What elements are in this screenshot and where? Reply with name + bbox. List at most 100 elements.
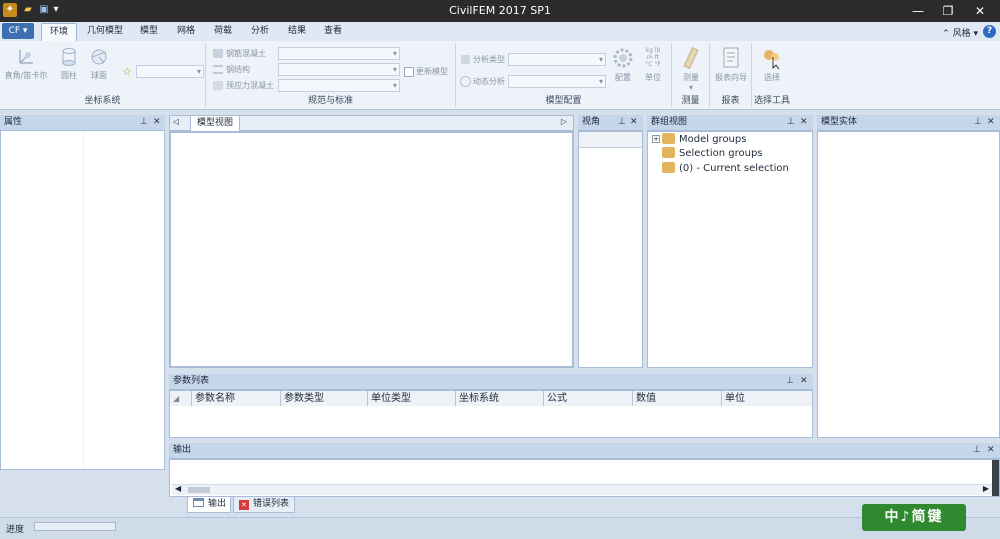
view-angle-panel: [578, 131, 643, 368]
status-bar: 进度 中♪简键: [0, 504, 1000, 539]
pin-icon[interactable]: ⊥: [787, 115, 795, 130]
pin-icon[interactable]: ⊥: [140, 115, 148, 130]
group-label-coordinate-systems: 坐标系统: [84, 96, 121, 106]
model-view-tab[interactable]: 模型视图: [190, 116, 240, 131]
units-button[interactable]: kg lb m ft °C °F 单位: [641, 47, 665, 83]
maximize-button[interactable]: ❐: [936, 2, 960, 20]
properties-divider: [83, 131, 84, 468]
horizontal-scrollbar[interactable]: ◀ ▶: [172, 484, 992, 495]
tab-view[interactable]: 查看: [318, 23, 348, 41]
tab-analysis[interactable]: 分析: [245, 23, 275, 41]
model-entities-title: 模型实体: [821, 117, 858, 127]
error-icon: ✕: [239, 500, 249, 510]
close-icon[interactable]: ✕: [153, 115, 161, 130]
scrollbar-thumb[interactable]: [188, 487, 210, 493]
style-menu[interactable]: ⌃ 风格 ▾: [942, 26, 978, 39]
measure-dropdown-icon: ▾: [688, 83, 693, 92]
model-entities-panel: [817, 131, 1000, 438]
tab-model[interactable]: 模型: [134, 23, 164, 41]
tab-mesh[interactable]: 网格: [171, 23, 201, 41]
tab-loads[interactable]: 荷载: [208, 23, 238, 41]
ribbon-tab-bar: CF ▾ 环境 几何模型 模型 网格 荷载 分析 结果 查看 ⌃ 风格 ▾ ?: [0, 22, 1000, 41]
help-icon[interactable]: ?: [983, 25, 996, 38]
tab-geometry[interactable]: 几何模型: [82, 23, 128, 41]
tree-item-selection-groups[interactable]: Selection groups: [662, 147, 763, 161]
pin-icon[interactable]: ⊥: [786, 374, 794, 389]
close-icon[interactable]: ✕: [630, 115, 638, 130]
sphere-icon: [91, 49, 107, 65]
steel-structure-dropdown[interactable]: [278, 63, 400, 76]
select-button[interactable]: 选择: [756, 47, 788, 83]
pin-icon[interactable]: ⊥: [973, 443, 981, 458]
close-icon[interactable]: ✕: [987, 443, 995, 458]
close-icon[interactable]: ✕: [800, 115, 808, 130]
spherical-button[interactable]: 球面: [86, 47, 112, 81]
scroll-right-icon[interactable]: ▶: [983, 484, 989, 493]
group-label-select-tools: 选择工具: [753, 96, 790, 106]
analysis-type-label: 分析类型: [473, 55, 505, 64]
view-angle-header-row: [579, 132, 642, 148]
cylindrical-label: 圆柱: [61, 71, 77, 80]
output-title: 输出: [173, 445, 192, 455]
update-model-checkbox[interactable]: [404, 67, 414, 77]
application-menu-button[interactable]: CF ▾: [2, 23, 34, 39]
group-label-norms: 规范与标准: [307, 96, 353, 106]
tab-scroll-left-icon[interactable]: ◁: [173, 117, 179, 126]
output-tab[interactable]: 输出: [187, 497, 231, 513]
parameters-table: ◢ 参数名称 参数类型 单位类型 坐标系统 公式 数值 单位: [169, 390, 813, 438]
pin-icon[interactable]: ⊥: [618, 115, 626, 130]
report-icon: [723, 47, 739, 68]
folder-group-icon: [662, 162, 675, 173]
column-header[interactable]: 参数类型: [281, 391, 368, 406]
ruler-icon: [683, 47, 699, 69]
measure-button[interactable]: 测量 ▾: [676, 47, 706, 92]
cylindrical-button[interactable]: 圆柱: [56, 47, 82, 81]
column-header[interactable]: 单位: [722, 391, 812, 406]
config-button[interactable]: 配置: [609, 47, 637, 83]
error-list-tab[interactable]: ✕ 错误列表: [233, 497, 295, 513]
column-header[interactable]: 参数名称: [192, 391, 281, 406]
reinforced-concrete-dropdown[interactable]: [278, 47, 400, 60]
parameters-title: 参数列表: [173, 376, 210, 386]
progress-label: 进度: [6, 525, 25, 535]
unit-glyph-f: °F: [654, 61, 661, 68]
tree-item-label: (0) - Current selection: [679, 163, 789, 174]
view-angle-panel-header: 视角 ⊥ ✕: [578, 115, 643, 131]
vertical-scrollbar[interactable]: [992, 460, 999, 496]
units-icon: kg lb m ft °C °F: [642, 47, 664, 69]
close-button[interactable]: ✕: [968, 2, 992, 20]
group-coordinate-systems: 直角/笛卡尔 圆柱 球面 ☆ 坐标系统: [0, 43, 206, 107]
scroll-left-icon[interactable]: ◀: [175, 484, 181, 493]
unit-glyph-ft: ft: [654, 54, 660, 61]
prestressed-concrete-dropdown[interactable]: [278, 79, 400, 92]
cartesian-button[interactable]: 直角/笛卡尔: [4, 47, 48, 81]
tab-environment[interactable]: 环境: [41, 23, 77, 41]
tree-item-current-selection[interactable]: (0) - Current selection: [662, 162, 789, 176]
column-header[interactable]: 公式: [544, 391, 633, 406]
favorite-star-icon[interactable]: ☆: [122, 65, 132, 78]
pin-icon[interactable]: ⊥: [974, 115, 982, 130]
output-text-area[interactable]: ◀ ▶: [169, 459, 1000, 497]
column-header[interactable]: 坐标系统: [456, 391, 544, 406]
spherical-label: 球面: [91, 71, 107, 80]
group-label-measure: 测量: [681, 96, 700, 106]
minimize-button[interactable]: —: [906, 2, 930, 20]
tab-scroll-right-icon[interactable]: ▷: [561, 117, 567, 126]
expand-icon[interactable]: +: [652, 135, 660, 143]
dynamic-analysis-dropdown[interactable]: [508, 75, 606, 88]
report-wizard-button[interactable]: 报表向导: [712, 47, 750, 83]
folder-group-icon: [662, 133, 675, 144]
tab-results[interactable]: 结果: [282, 23, 312, 41]
close-icon[interactable]: ✕: [800, 374, 808, 389]
tree-item-model-groups[interactable]: + Model groups: [652, 133, 746, 147]
chevron-up-icon: ⌃: [942, 29, 950, 39]
model-view-canvas[interactable]: [169, 131, 574, 368]
report-wizard-label: 报表向导: [715, 73, 747, 82]
analysis-type-dropdown[interactable]: [508, 53, 606, 66]
column-header[interactable]: 数值: [633, 391, 722, 406]
folder-group-icon: [662, 147, 675, 158]
title-bar: ✦ ▰ ▣ ▾ CivilFEM 2017 SP1 — ❐ ✕: [0, 0, 1000, 22]
column-header[interactable]: 单位类型: [368, 391, 456, 406]
coord-system-dropdown[interactable]: [136, 65, 204, 78]
close-icon[interactable]: ✕: [987, 115, 995, 130]
